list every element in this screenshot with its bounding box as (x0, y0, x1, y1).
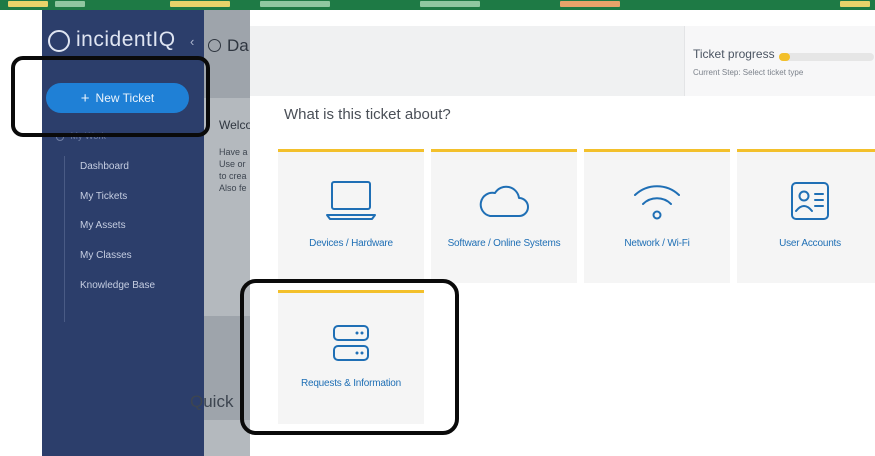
category-devices-hardware[interactable]: Devices / Hardware (278, 149, 424, 283)
sidebar-item-dashboard[interactable]: Dashboard (80, 161, 129, 172)
sidebar-item-my-assets[interactable]: My Assets (80, 220, 126, 231)
annotation-highlight-requests (240, 279, 459, 435)
ticket-progress: Ticket progress Current Step: Select tic… (684, 26, 875, 96)
category-label: Devices / Hardware (309, 238, 393, 249)
quick-links-title: Quick (190, 392, 234, 411)
ticket-progress-fill (779, 53, 791, 61)
category-software-online-systems[interactable]: Software / Online Systems (431, 149, 577, 283)
dashboard-title: Da (208, 36, 249, 56)
sidebar-item-knowledge-base[interactable]: Knowledge Base (80, 280, 155, 291)
bookmark-item[interactable] (560, 1, 620, 7)
modal-question: What is this ticket about? (284, 106, 451, 123)
brand-name: incidentIQ (76, 28, 176, 51)
laptop-icon (326, 181, 376, 220)
bookmark-item[interactable] (840, 1, 870, 7)
sidebar-item-my-classes[interactable]: My Classes (80, 250, 132, 261)
welcome-text: Use or (219, 159, 246, 169)
category-label: User Accounts (779, 238, 841, 249)
welcome-text: to crea (219, 171, 247, 181)
bookmark-item[interactable] (8, 1, 48, 7)
wifi-icon (634, 185, 680, 220)
welcome-text: Have a (219, 147, 248, 157)
brand-logo-icon (48, 30, 70, 52)
sidebar-item-my-tickets[interactable]: My Tickets (80, 191, 127, 202)
nav-divider (64, 156, 65, 322)
current-step-text: Current Step: Select ticket type (693, 68, 804, 77)
category-network-wifi[interactable]: Network / Wi-Fi (584, 149, 730, 283)
bookmark-item[interactable] (55, 1, 85, 7)
bookmark-item[interactable] (260, 1, 330, 7)
chevron-left-icon[interactable]: ‹ (190, 34, 194, 49)
bookmark-item[interactable] (420, 1, 480, 7)
bookmarks-bar (0, 0, 875, 10)
welcome-title: Welco (219, 118, 253, 132)
bookmark-item[interactable] (170, 1, 230, 7)
cloud-icon (479, 185, 529, 217)
ticket-progress-label: Ticket progress (693, 47, 775, 61)
annotation-highlight-new-ticket (11, 56, 210, 137)
category-label: Network / Wi-Fi (624, 238, 690, 249)
welcome-text: Also fe (219, 183, 247, 193)
category-user-accounts[interactable]: User Accounts (737, 149, 875, 283)
id-card-icon (791, 182, 829, 220)
clock-icon (208, 39, 221, 52)
category-label: Software / Online Systems (447, 238, 561, 249)
ticket-progress-bar (779, 53, 874, 61)
